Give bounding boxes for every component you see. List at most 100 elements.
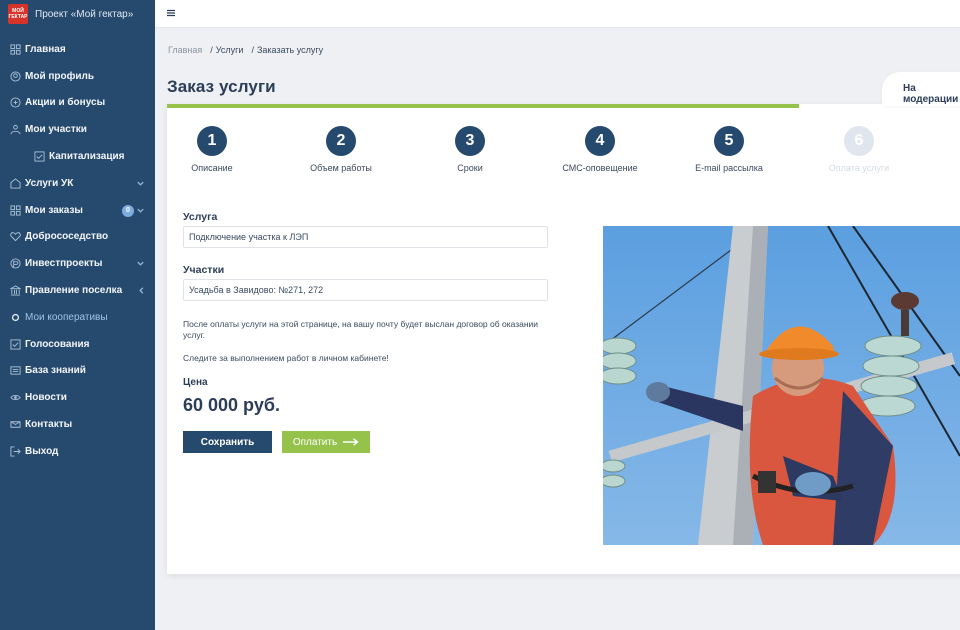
sidebar-item-label: Выход [25, 445, 59, 457]
service-label: Услуга [183, 211, 218, 223]
sidebar-item-label: Голосования [25, 338, 90, 350]
sidebar-item-cooperatives[interactable]: Мои кооперативы [0, 304, 155, 331]
step-number: 2 [326, 126, 356, 156]
breadcrumb-home[interactable]: Главная [168, 45, 202, 55]
heart-icon [9, 231, 21, 243]
tracking-info-text: Следите за выполнением работ в личном ка… [183, 353, 389, 363]
chevron-down-icon[interactable] [136, 206, 145, 215]
sidebar-item-label: Добрососедство [25, 231, 109, 243]
step-payment: 6 Оплата услуги [809, 126, 909, 173]
order-progress-bar [167, 104, 799, 108]
contacts-icon [9, 419, 21, 431]
price-label: Цена [183, 377, 208, 388]
sidebar-item-promos[interactable]: Акции и бонусы [0, 90, 155, 117]
invest-icon [9, 258, 21, 270]
orders-count-badge: 0 [122, 204, 134, 217]
pay-button-label: Оплатить [292, 436, 338, 448]
sidebar-item-label: База знаний [25, 365, 86, 377]
breadcrumb: Главная / Услуги / Заказать услугу [168, 45, 325, 55]
step-number: 6 [844, 126, 874, 156]
sidebar-item-board[interactable]: Правление поселка [0, 277, 155, 304]
gift-icon [9, 97, 21, 109]
pay-button[interactable]: Оплатить [282, 431, 370, 453]
breadcrumb-services[interactable]: Услуги [216, 45, 244, 55]
step-number: 1 [197, 126, 227, 156]
brand-title: Проект «Мой гектар» [35, 8, 134, 20]
sidebar-item-label: Капитализация [49, 151, 125, 163]
chevron-down-icon[interactable] [136, 259, 145, 268]
sidebar-item-votes[interactable]: Голосования [0, 331, 155, 358]
vote-icon [9, 338, 21, 350]
sidebar-item-home[interactable]: Главная [0, 36, 155, 63]
grid-icon [9, 43, 21, 55]
save-button[interactable]: Сохранить [183, 431, 272, 453]
arrow-right-icon [343, 438, 359, 446]
sidebar-item-label: Услуги УК [25, 177, 74, 189]
page-title: Заказ услуги [167, 77, 276, 96]
service-photo [603, 226, 960, 545]
service-field[interactable]: Подключение участка к ЛЭП [183, 226, 548, 248]
sidebar-item-contacts[interactable]: Контакты [0, 411, 155, 438]
logo-text-bottom: ГЕКТАР [8, 14, 28, 20]
check-square-icon [33, 151, 45, 163]
sidebar-item-knowledge[interactable]: База знаний [0, 358, 155, 385]
breadcrumb-separator: / [210, 45, 213, 55]
step-email[interactable]: 5 E-mail рассылка [679, 126, 779, 173]
sidebar-item-label: Правление поселка [25, 285, 123, 297]
sidebar-item-capitalization[interactable]: Капитализация [0, 143, 155, 170]
payment-info-text: После оплаты услуги на этой странице, на… [183, 319, 539, 340]
sidebar-item-label: Контакты [25, 419, 73, 431]
step-description[interactable]: 1 Описание [162, 126, 262, 173]
step-label: Объем работы [310, 163, 372, 173]
hamburger-menu-icon[interactable] [167, 9, 175, 17]
electrician-illustration [603, 226, 960, 545]
step-number: 4 [585, 126, 615, 156]
orders-icon [9, 204, 21, 216]
services-icon [9, 177, 21, 189]
step-label: E-mail рассылка [695, 163, 763, 173]
plots-field[interactable]: Усадьба в Завидово: №271, 272 [183, 279, 548, 301]
sidebar-item-plots[interactable]: Мои участки [0, 116, 155, 143]
sidebar-item-label: Акции и бонусы [25, 97, 106, 109]
price-value: 60 000 руб. [183, 395, 280, 415]
sidebar-item-invest[interactable]: Инвестпроекты [0, 250, 155, 277]
sidebar-item-label: Главная [25, 43, 66, 55]
topbar [155, 0, 960, 28]
sidebar-item-news[interactable]: Новости [0, 384, 155, 411]
step-number: 3 [455, 126, 485, 156]
breadcrumb-current: Заказать услугу [256, 45, 324, 55]
sidebar-item-label: Мой профиль [25, 70, 95, 82]
sidebar-item-exit[interactable]: Выход [0, 438, 155, 465]
breadcrumb-separator: / [251, 45, 254, 55]
sidebar: МОЙ ГЕКТАР Проект «Мой гектар» Главная М… [0, 0, 155, 630]
sidebar-item-label: Мои заказы [25, 204, 83, 216]
sidebar-item-profile[interactable]: Мой профиль [0, 63, 155, 90]
knowledge-icon [9, 365, 21, 377]
sidebar-item-label: Инвестпроекты [25, 258, 103, 270]
step-deadlines[interactable]: 3 Сроки [420, 126, 520, 173]
step-label: Описание [191, 163, 233, 173]
plots-icon [9, 124, 21, 136]
brand-logo: МОЙ ГЕКТАР [8, 4, 28, 24]
sidebar-item-label: Новости [25, 392, 67, 404]
sidebar-item-services[interactable]: Услуги УК [0, 170, 155, 197]
chevron-left-icon[interactable] [137, 286, 146, 295]
plots-label: Участки [183, 264, 225, 276]
step-label: СМС-оповещение [562, 163, 638, 173]
step-number: 5 [714, 126, 744, 156]
sidebar-item-orders[interactable]: Мои заказы 0 [0, 197, 155, 224]
chevron-down-icon[interactable] [136, 179, 145, 188]
step-label: Оплата услуги [828, 163, 890, 173]
news-icon [9, 392, 21, 404]
brand[interactable]: МОЙ ГЕКТАР Проект «Мой гектар» [0, 0, 155, 28]
moderation-status-tab[interactable]: На модерации [882, 72, 960, 106]
sidebar-nav: Главная Мой профиль Акции и бонусы Мои у… [0, 36, 155, 465]
sidebar-item-label: Мои участки [25, 124, 87, 136]
profile-icon [9, 70, 21, 82]
board-icon [9, 285, 21, 297]
step-label: Сроки [457, 163, 483, 173]
step-work-volume[interactable]: 2 Объем работы [291, 126, 391, 173]
step-sms[interactable]: 4 СМС-оповещение [550, 126, 650, 173]
sidebar-item-label: Мои кооперативы [25, 311, 108, 323]
sidebar-item-neighbors[interactable]: Добрососедство [0, 224, 155, 251]
